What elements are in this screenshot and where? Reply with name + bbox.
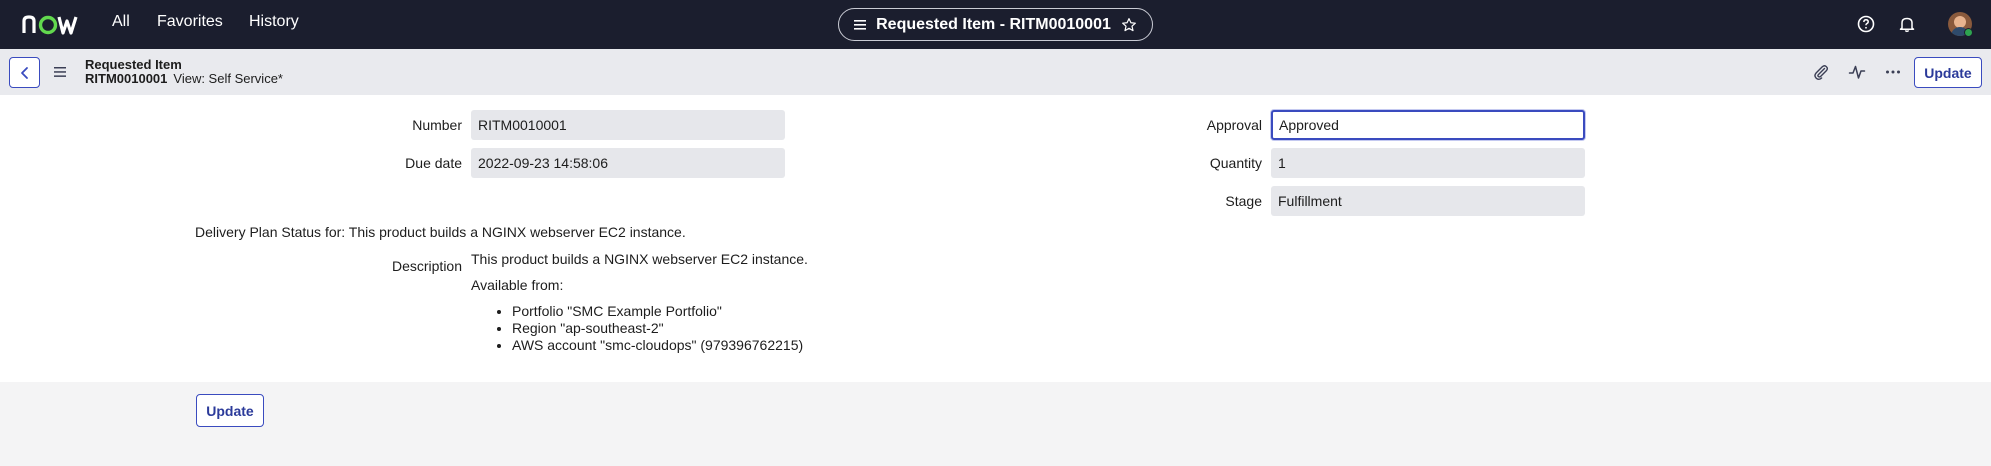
record-subtitle: RITM0010001 View: Self Service* (85, 71, 283, 86)
more-icon[interactable] (1884, 63, 1902, 81)
list-icon (854, 19, 867, 30)
context-title-pill[interactable]: Requested Item - RITM0010001 (838, 8, 1153, 41)
chevron-left-icon (20, 66, 28, 79)
presence-indicator (1964, 28, 1973, 37)
quantity-field[interactable]: 1 (1271, 148, 1585, 178)
availability-list: Portfolio "SMC Example Portfolio" Region… (512, 303, 803, 354)
activity-icon[interactable] (1848, 63, 1866, 81)
context-title: Requested Item - RITM0010001 (876, 15, 1111, 33)
nav-all[interactable]: All (112, 13, 130, 31)
description-line-1: This product builds a NGINX webserver EC… (471, 251, 808, 267)
nav-history[interactable]: History (249, 13, 299, 31)
approval-field[interactable]: Approved (1271, 110, 1585, 140)
approval-label: Approval (1206, 117, 1262, 133)
stage-field: Fulfillment (1271, 186, 1585, 216)
update-button-header[interactable]: Update (1914, 57, 1982, 88)
list-item: AWS account "smc-cloudops" (979396762215… (512, 337, 803, 354)
record-number: RITM0010001 (85, 71, 168, 86)
update-button[interactable]: Update (196, 394, 264, 427)
delivery-plan-status: Delivery Plan Status for: This product b… (195, 224, 686, 240)
record-view: View: Self Service* (173, 71, 283, 86)
due-date-field[interactable]: 2022-09-23 14:58:06 (471, 148, 785, 178)
due-date-label: Due date (405, 155, 462, 171)
record-type: Requested Item (85, 57, 182, 72)
back-button[interactable] (9, 57, 40, 88)
top-navigation: All Favorites History Requested Item - R… (0, 0, 1991, 49)
stage-label: Stage (1225, 193, 1262, 209)
quantity-label: Quantity (1209, 155, 1262, 171)
help-icon[interactable] (1856, 14, 1876, 34)
star-icon[interactable] (1121, 17, 1137, 33)
list-item: Region "ap-southeast-2" (512, 320, 803, 337)
number-label: Number (412, 117, 462, 133)
form-header: Requested Item RITM0010001 View: Self Ser… (0, 49, 1991, 95)
number-field[interactable]: RITM0010001 (471, 110, 785, 140)
list-item: Portfolio "SMC Example Portfolio" (512, 303, 803, 320)
paperclip-icon[interactable] (1812, 63, 1830, 81)
bell-icon[interactable] (1897, 14, 1917, 34)
nav-favorites[interactable]: Favorites (157, 13, 223, 31)
description-line-2: Available from: (471, 277, 564, 293)
description-label: Description (391, 258, 462, 274)
form-menu-icon[interactable] (52, 64, 68, 80)
now-logo[interactable] (22, 13, 80, 35)
